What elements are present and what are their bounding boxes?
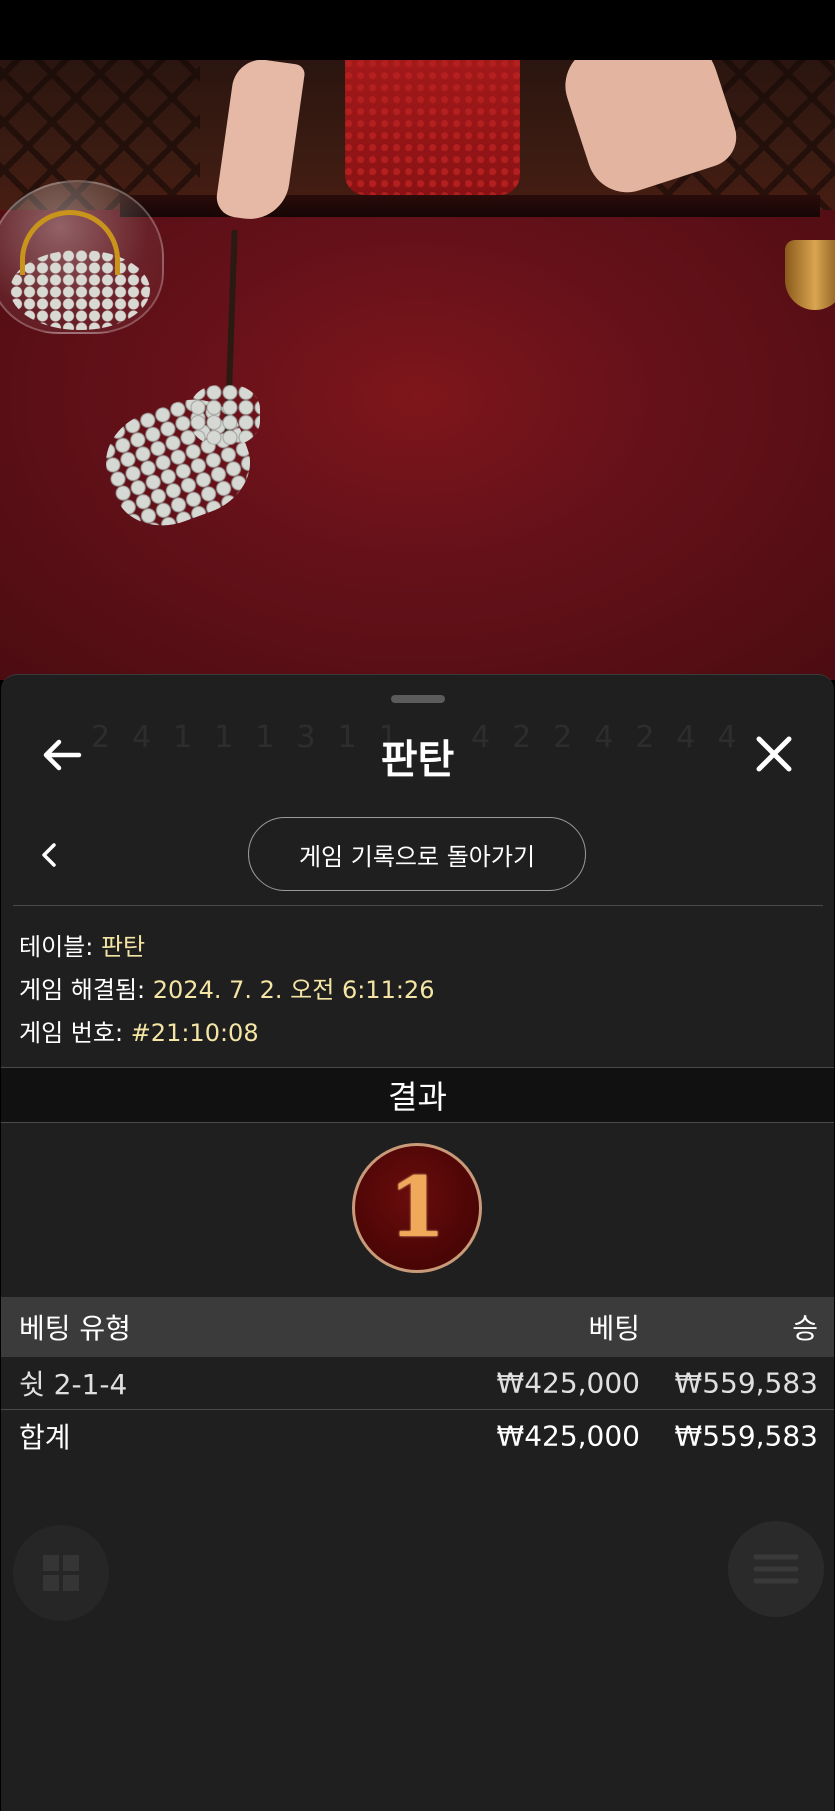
result-heading: 결과 bbox=[1, 1067, 834, 1123]
faded-menu-icon bbox=[728, 1521, 824, 1617]
video-dealer-dress bbox=[345, 60, 520, 195]
return-to-history-button[interactable]: 게임 기록으로 돌아가기 bbox=[248, 817, 586, 891]
row-win-amount: ₩559,583 bbox=[674, 1366, 818, 1400]
game-number-value: #21:10:08 bbox=[130, 1019, 259, 1047]
live-video-feed bbox=[0, 60, 835, 680]
resolved-info: 게임 해결됨: 2024. 7. 2. 오전 6:11:26 bbox=[19, 970, 434, 1005]
table-value: 판탄 bbox=[100, 933, 146, 961]
bets-table-header: 베팅 유형 베팅 승 bbox=[1, 1297, 834, 1357]
page-title: 판탄 bbox=[380, 737, 455, 783]
column-bet-type: 베팅 유형 bbox=[19, 1312, 131, 1345]
drag-handle[interactable] bbox=[391, 695, 445, 703]
close-icon[interactable] bbox=[749, 729, 799, 779]
column-bet: 베팅 bbox=[588, 1312, 640, 1345]
column-win: 승 bbox=[792, 1312, 818, 1345]
table-label: 테이블: bbox=[19, 933, 94, 961]
row-bet-amount: ₩425,000 bbox=[496, 1366, 640, 1400]
row-bet-type: 쉿 2-1-4 bbox=[19, 1368, 128, 1401]
total-row: 합계 ₩425,000 ₩559,583 bbox=[1, 1410, 834, 1462]
video-bead-pile-top bbox=[190, 385, 260, 445]
chevron-left-icon[interactable] bbox=[35, 837, 63, 873]
status-bar bbox=[0, 0, 835, 60]
total-win-amount: ₩559,583 bbox=[674, 1419, 818, 1453]
total-bet-amount: ₩425,000 bbox=[496, 1419, 640, 1453]
total-label: 합계 bbox=[19, 1421, 71, 1454]
resolved-label: 게임 해결됨: bbox=[19, 976, 146, 1004]
result-number-ball: 1 bbox=[352, 1143, 482, 1273]
divider bbox=[13, 905, 823, 906]
video-brass-cup bbox=[785, 240, 835, 310]
resolved-value: 2024. 7. 2. 오전 6:11:26 bbox=[152, 976, 435, 1004]
table-info: 테이블: 판탄 bbox=[19, 927, 145, 962]
game-detail-sheet: 24111311 4224244 판탄 게임 기록으로 돌아가기 테이블: 판탄… bbox=[1, 674, 834, 1811]
table-row: 쉿 2-1-4 ₩425,000 ₩559,583 bbox=[1, 1357, 834, 1409]
faded-grid-icon bbox=[13, 1525, 109, 1621]
game-number-label: 게임 번호: bbox=[19, 1019, 124, 1047]
game-number-info: 게임 번호: #21:10:08 bbox=[19, 1013, 259, 1048]
